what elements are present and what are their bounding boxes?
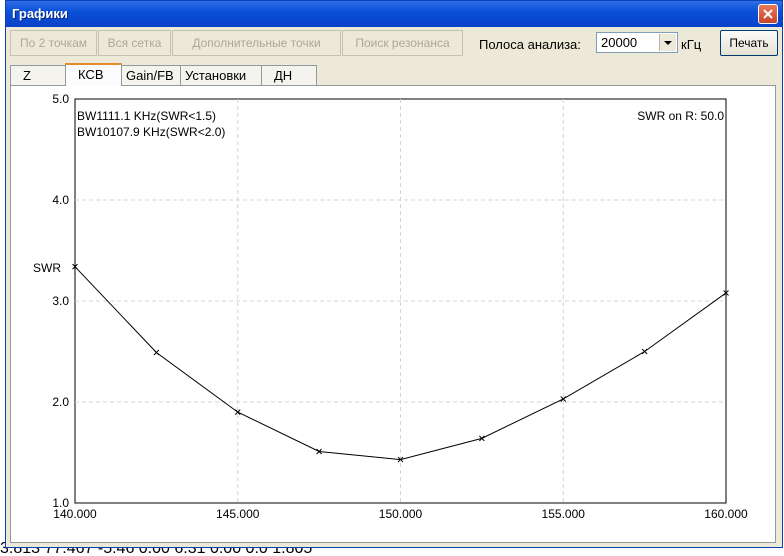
bandwidth-annotation-2: BW10107.9 KHz(SWR<2.0) bbox=[77, 125, 225, 139]
band-select[interactable]: 20000 bbox=[596, 32, 678, 53]
full-grid-button[interactable]: Вся сетка bbox=[98, 30, 171, 56]
band-unit-label: кГц bbox=[681, 37, 702, 52]
x-tick-label: 160.000 bbox=[704, 507, 748, 521]
toolbar: По 2 точкам Вся сетка Дополнительные точ… bbox=[6, 27, 782, 59]
swr-chart: 140.000 145.000 150.000 155.000 160.0001.02.… bbox=[33, 92, 748, 521]
y-axis-label: SWR bbox=[33, 261, 61, 275]
x-tick-label: 155.000 bbox=[542, 507, 586, 521]
resonance-search-button[interactable]: Поиск резонанса bbox=[342, 30, 463, 56]
tab-gain-fb[interactable]: Gain/FB bbox=[121, 65, 181, 85]
y-tick-label: 1.0 bbox=[52, 496, 69, 510]
x-tick-label: 150.000 bbox=[379, 507, 423, 521]
graphs-window: Графики По 2 точкам Вся сетка Дополнител… bbox=[5, 0, 783, 548]
tab-z[interactable]: Z bbox=[10, 65, 66, 85]
tab-settings[interactable]: Установки bbox=[180, 65, 262, 85]
close-icon bbox=[763, 9, 773, 19]
window-title: Графики bbox=[12, 6, 68, 21]
chart-panel: 140.000 145.000 150.000 155.000 160.000 1.0 2.… bbox=[10, 85, 776, 543]
band-label: Полоса анализа: bbox=[479, 37, 581, 52]
y-tick-label: 2.0 bbox=[52, 395, 69, 409]
tab-pattern[interactable]: ДН bbox=[261, 65, 317, 85]
y-tick-label: 3.0 bbox=[52, 294, 69, 308]
chevron-down-icon bbox=[664, 41, 672, 45]
close-button[interactable] bbox=[758, 4, 778, 24]
bandwidth-annotation-1: BW1111.1 KHz(SWR<1.5) bbox=[77, 109, 216, 123]
two-points-button[interactable]: По 2 точкам bbox=[10, 30, 97, 56]
title-bar[interactable]: Графики bbox=[6, 1, 782, 27]
extra-points-button[interactable]: Дополнительные точки bbox=[172, 30, 341, 56]
y-tick-label: 5.0 bbox=[52, 92, 69, 106]
dropdown-arrow[interactable] bbox=[659, 34, 676, 51]
swr-reference-note: SWR on R: 50.0 bbox=[637, 109, 724, 123]
tab-swr[interactable]: КСВ bbox=[65, 63, 122, 86]
x-tick-label: 145.000 bbox=[216, 507, 260, 521]
tab-strip: Z КСВ Gain/FB Установки ДН bbox=[6, 63, 782, 86]
print-button[interactable]: Печать bbox=[720, 30, 778, 56]
y-tick-label: 4.0 bbox=[52, 193, 69, 207]
band-value: 20000 bbox=[601, 35, 638, 50]
